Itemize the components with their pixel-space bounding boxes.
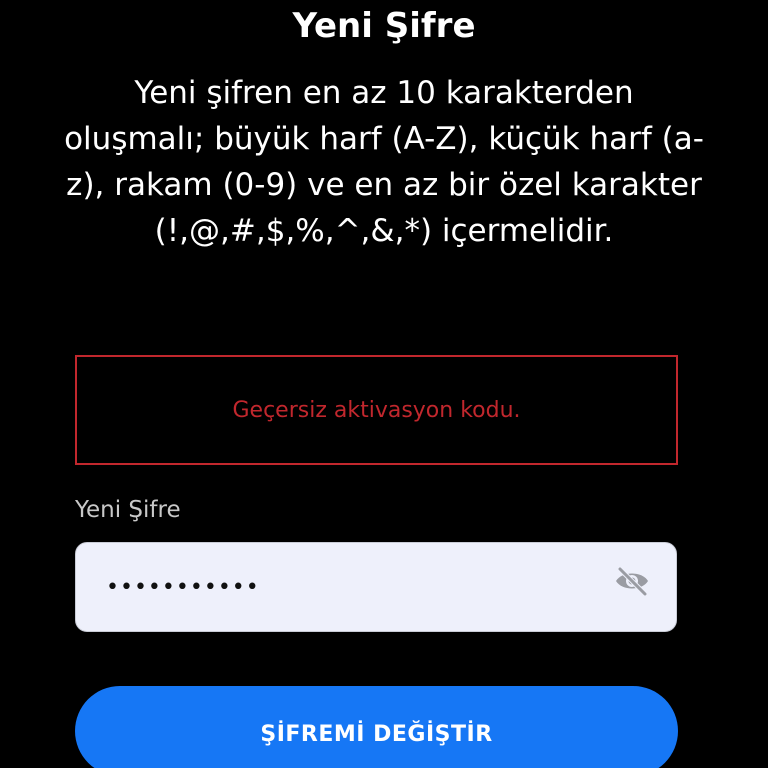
page-title: Yeni Şifre [292,6,476,46]
new-password-input[interactable] [106,543,606,631]
change-password-button[interactable]: ŞİFREMİ DEĞİŞTİR [75,686,678,768]
password-requirements-text: Yeni şifren en az 10 karakterden oluşmal… [64,75,704,249]
error-alert: Geçersiz aktivasyon kodu. [75,355,678,465]
change-password-label: ŞİFREMİ DEĞİŞTİR [260,722,493,747]
eye-off-icon [616,566,648,596]
new-password-field [75,542,677,632]
password-visibility-toggle[interactable] [612,561,652,601]
new-password-label: Yeni Şifre [75,497,181,523]
error-message: Geçersiz aktivasyon kodu. [232,397,521,423]
